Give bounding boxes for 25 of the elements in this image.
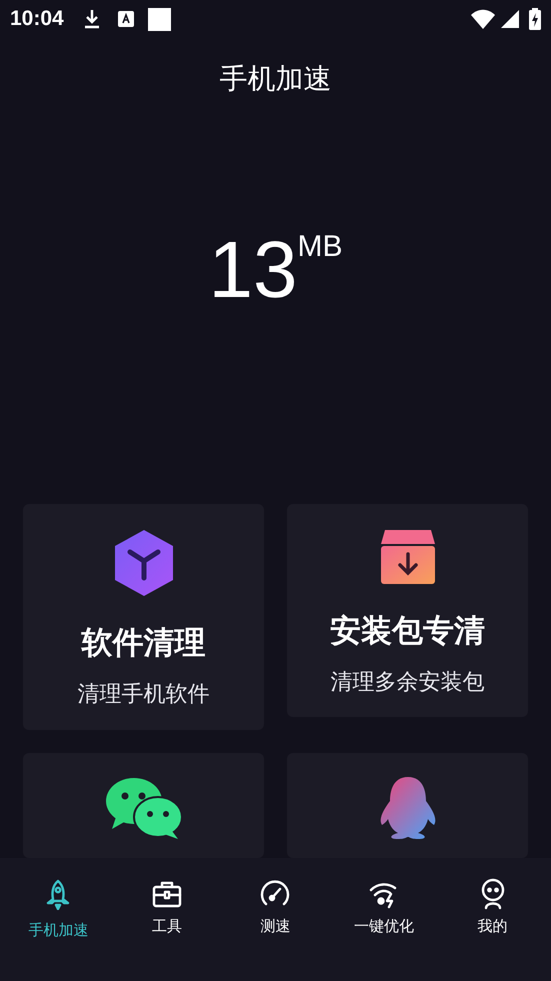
nav-tab[interactable]: 我的 xyxy=(438,878,547,938)
page-title: 手机加速 xyxy=(220,62,332,96)
wifi-signal-icon xyxy=(471,9,495,29)
feature-card[interactable]: 安装包专清 清理多余安装包 xyxy=(287,504,528,717)
feature-card[interactable]: 软件清理 清理手机软件 xyxy=(23,504,264,730)
nav-tab[interactable]: 工具 xyxy=(112,878,222,938)
feature-card[interactable] xyxy=(23,753,264,858)
cell-signal-icon xyxy=(501,10,519,28)
memory-unit: MB xyxy=(297,232,342,262)
card-title: 安装包专清 xyxy=(330,612,485,650)
nav-tab[interactable]: 测速 xyxy=(221,878,330,938)
nav-tab[interactable]: 一键优化 xyxy=(330,878,438,938)
card-subtitle: 清理手机软件 xyxy=(78,680,210,708)
download-icon xyxy=(84,9,100,29)
notification-square-icon xyxy=(148,8,171,30)
card-subtitle: 清理多余安装包 xyxy=(330,668,484,696)
nav-tab[interactable]: 手机加速 xyxy=(4,878,113,942)
feature-card[interactable] xyxy=(287,753,528,858)
memory-value: 13 xyxy=(208,230,298,310)
card-title: 软件清理 xyxy=(82,624,206,662)
package-icon xyxy=(378,528,436,586)
status-time: 10:04 xyxy=(10,6,64,32)
keyboard-icon xyxy=(118,11,134,27)
chat-icon xyxy=(104,775,184,841)
battery-icon xyxy=(529,8,541,30)
